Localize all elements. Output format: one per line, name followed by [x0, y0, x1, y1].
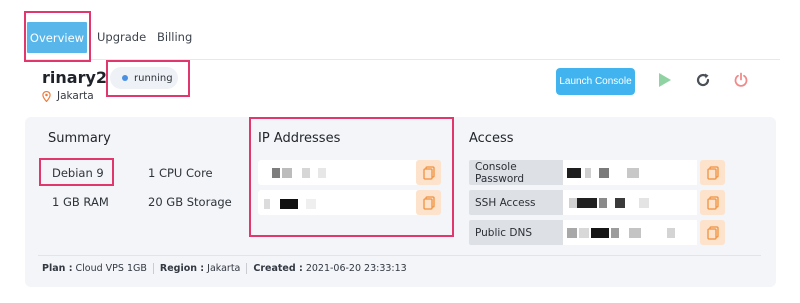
ip-addresses-title: IP Addresses — [258, 131, 341, 146]
tab-bar: Overview Upgrade Billing — [24, 14, 780, 60]
redacted-value — [264, 199, 270, 209]
access-label: Public DNS — [469, 220, 563, 245]
access-label: SSH Access — [469, 190, 563, 215]
redacted-value — [599, 198, 607, 208]
storage-spec: 20 GB Storage — [148, 195, 232, 209]
plan-label: Plan : — [42, 263, 73, 274]
footer-divider — [38, 255, 761, 256]
launch-console-button[interactable]: Launch Console — [556, 68, 635, 95]
redacted-value — [599, 168, 609, 178]
access-value — [563, 220, 697, 245]
redacted-value — [577, 198, 597, 208]
play-icon[interactable] — [655, 70, 675, 90]
redacted-value — [272, 168, 280, 178]
copy-icon[interactable] — [416, 190, 441, 215]
ip-address-row — [258, 160, 440, 185]
copy-icon[interactable] — [700, 190, 725, 215]
redacted-value — [627, 168, 639, 178]
redacted-value — [667, 228, 675, 238]
redacted-value — [318, 168, 326, 178]
plan-value: Cloud VPS 1GB — [75, 263, 147, 274]
status-badge: running — [110, 67, 178, 89]
access-row-console-password: Console Password — [469, 160, 697, 185]
region-label: Region : — [159, 263, 205, 274]
redacted-value — [306, 199, 316, 209]
access-label: Console Password — [469, 160, 563, 185]
redacted-value — [280, 199, 298, 209]
redacted-value — [567, 168, 581, 178]
redacted-value — [282, 168, 292, 178]
footer-separator — [246, 263, 248, 274]
redacted-value — [569, 198, 577, 208]
status-label: running — [134, 72, 173, 84]
access-row-public-dns: Public DNS — [469, 220, 697, 245]
access-value — [563, 160, 697, 185]
footer-separator — [152, 263, 154, 274]
access-row-ssh: SSH Access — [469, 190, 697, 215]
copy-icon[interactable] — [700, 220, 725, 245]
ip-address-row — [258, 190, 440, 215]
redacted-value — [611, 228, 619, 238]
os-spec: Debian 9 — [52, 166, 104, 180]
redacted-value — [615, 198, 625, 208]
tab-overview[interactable]: Overview — [27, 22, 87, 53]
copy-icon[interactable] — [416, 160, 441, 185]
redacted-value — [567, 228, 577, 238]
tab-billing[interactable]: Billing — [157, 30, 192, 44]
status-dot-icon — [122, 75, 128, 81]
ram-spec: 1 GB RAM — [52, 195, 109, 209]
redacted-value — [639, 198, 649, 208]
access-value — [563, 190, 697, 215]
copy-icon[interactable] — [700, 160, 725, 185]
redacted-value — [302, 168, 310, 178]
redacted-value — [629, 228, 641, 238]
server-meta-footer: Plan : Cloud VPS 1GB Region : Jakarta Cr… — [42, 263, 407, 274]
cpu-spec: 1 CPU Core — [148, 166, 213, 180]
tab-upgrade[interactable]: Upgrade — [97, 30, 146, 44]
summary-title: Summary — [48, 131, 111, 146]
redacted-value — [579, 228, 589, 238]
redacted-value — [585, 168, 591, 178]
server-location: Jakarta — [42, 90, 94, 102]
location-pin-icon — [42, 90, 51, 102]
server-name: rinary2 — [42, 68, 108, 87]
power-icon[interactable] — [731, 70, 751, 90]
restart-icon[interactable] — [693, 70, 713, 90]
location-label: Jakarta — [57, 90, 94, 102]
created-label: Created : — [253, 263, 303, 274]
region-value: Jakarta — [207, 263, 241, 274]
access-title: Access — [469, 131, 514, 146]
redacted-value — [591, 228, 609, 238]
created-value: 2021-06-20 23:33:13 — [305, 263, 407, 274]
